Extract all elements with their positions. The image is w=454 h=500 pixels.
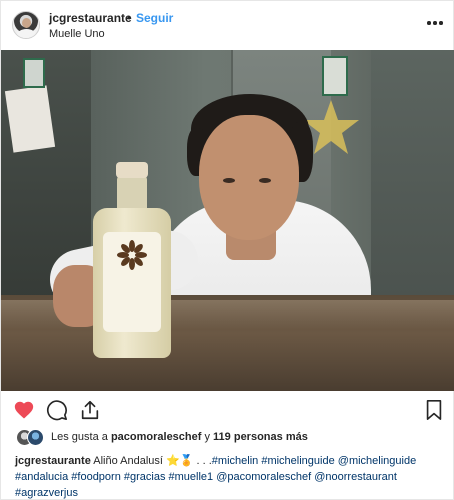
hashtag-link[interactable]: #michelin (212, 455, 258, 467)
share-icon[interactable] (79, 399, 101, 421)
username[interactable]: jcgrestaurante (49, 11, 132, 25)
heart-filled-icon[interactable] (13, 399, 35, 421)
caption: jcgrestaurante Aliño Andalusí ⭐🏅 . . .#m… (15, 453, 447, 500)
likes-row: Les gusta a pacomoraleschef y 119 person… (1, 427, 454, 449)
bookmark-icon[interactable] (423, 399, 445, 421)
comment-icon[interactable] (46, 399, 68, 421)
follow-button[interactable]: Seguir (136, 11, 173, 25)
bottle (93, 162, 171, 358)
likes-summary: Les gusta a pacomoraleschef y 119 person… (51, 431, 308, 443)
caption-ellipsis: . . . (193, 455, 212, 467)
mention-link[interactable]: @noorrestaurant (314, 471, 397, 483)
separator-dot: • (127, 11, 132, 25)
hashtag-link[interactable]: #andalucia (15, 471, 68, 483)
likes-count[interactable]: 119 personas más (213, 431, 308, 443)
post-header: jcgrestaurante • Seguir Muelle Uno (1, 1, 454, 50)
mention-link[interactable]: @michelinguide (338, 455, 416, 467)
caption-text: Aliño Andalusí (93, 455, 163, 467)
caption-emojis: ⭐🏅 (166, 455, 194, 467)
more-horizontal-icon[interactable] (427, 21, 443, 27)
post-photo[interactable] (1, 50, 454, 391)
hashtag-link[interactable]: #gracias (124, 471, 166, 483)
hashtag-link[interactable]: #muelle1 (169, 471, 214, 483)
location-link[interactable]: Muelle Uno (49, 28, 105, 40)
avatar[interactable] (12, 11, 40, 39)
hashtag-link[interactable]: #foodporn (71, 471, 121, 483)
liker-avatars[interactable] (16, 429, 46, 447)
mention-link[interactable]: @pacomoraleschef (216, 471, 311, 483)
liker-username[interactable]: pacomoraleschef (111, 431, 201, 443)
hashtag-link[interactable]: #michelinguide (261, 455, 334, 467)
instagram-post: jcgrestaurante • Seguir Muelle Uno Les g… (0, 0, 454, 500)
caption-username[interactable]: jcgrestaurante (15, 455, 91, 467)
hashtag-link[interactable]: #agrazverjus (15, 487, 78, 499)
action-bar (1, 391, 454, 429)
